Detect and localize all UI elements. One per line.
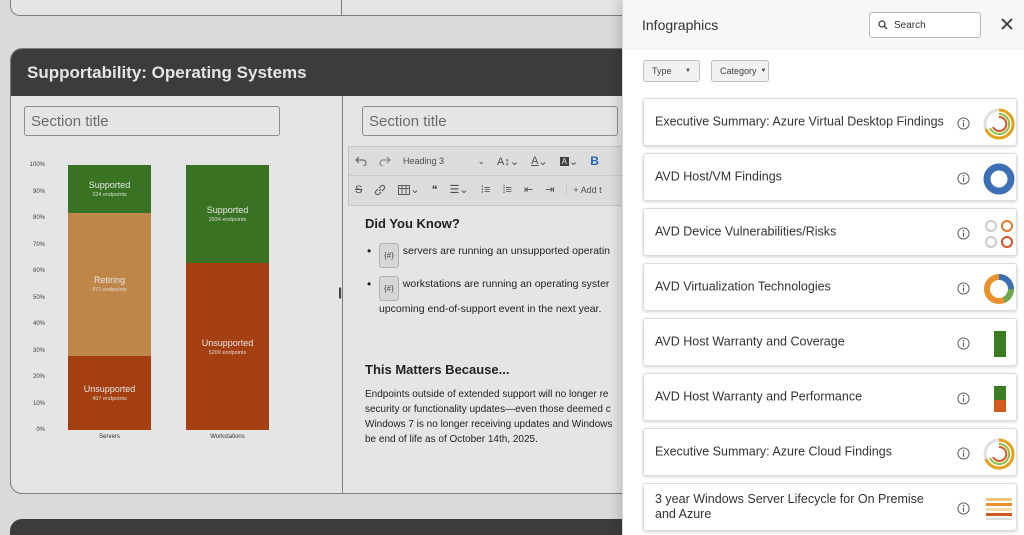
ring-orange-green-thumbnail-icon: [982, 107, 1016, 141]
infographic-card[interactable]: Executive Summary: Azure Cloud Findings: [643, 428, 1017, 476]
infographic-title: AVD Host Warranty and Coverage: [655, 334, 845, 349]
modal-backdrop[interactable]: [0, 0, 623, 535]
table-heatmap-thumbnail-icon: [982, 492, 1016, 526]
caret-down-icon: ▼: [685, 68, 691, 74]
infographic-card[interactable]: AVD Virtualization Technologies: [643, 263, 1017, 311]
infographic-card[interactable]: AVD Host Warranty and Coverage: [643, 318, 1017, 366]
info-icon[interactable]: [957, 227, 970, 240]
infographic-card[interactable]: 3 year Windows Server Lifecycle for On P…: [643, 483, 1017, 531]
infographic-title: Executive Summary: Azure Cloud Findings: [655, 444, 892, 459]
infographic-card[interactable]: Executive Summary: Azure Virtual Desktop…: [643, 98, 1017, 146]
info-icon[interactable]: [957, 502, 970, 515]
infographic-card[interactable]: AVD Device Vulnerabilities/Risks: [643, 208, 1017, 256]
infographic-card[interactable]: AVD Host/VM Findings: [643, 153, 1017, 201]
panel-title: Infographics: [642, 17, 719, 33]
type-filter-label: Type: [652, 66, 672, 76]
category-filter-dropdown[interactable]: Category ▼: [711, 60, 769, 82]
search-field[interactable]: [869, 12, 981, 38]
info-icon[interactable]: [957, 117, 970, 130]
close-icon[interactable]: [999, 16, 1015, 32]
donut-blue-thumbnail-icon: [982, 162, 1016, 196]
ring-orange-green-thumbnail-icon: [982, 437, 1016, 471]
info-icon[interactable]: [957, 172, 970, 185]
panel-body: Type ▼ Category ▼ Executive Summary: Azure…: [623, 50, 1024, 535]
infographic-title: AVD Host Warranty and Performance: [655, 389, 863, 404]
donut-multi-thumbnail-icon: [982, 272, 1016, 306]
info-icon[interactable]: [957, 392, 970, 405]
infographic-title: AVD Device Vulnerabilities/Risks: [655, 224, 837, 239]
search-input[interactable]: [894, 19, 974, 31]
info-icon[interactable]: [957, 447, 970, 460]
infographics-panel: Infographics Type▼ Category▼ Executive S…: [622, 0, 1024, 535]
info-icon[interactable]: [957, 282, 970, 295]
caret-down-icon: ▼: [760, 68, 767, 74]
infographic-card[interactable]: AVD Host Warranty and Performance: [643, 373, 1017, 421]
bar-green-orange-thumbnail-icon: [982, 382, 1016, 416]
infographic-title: AVD Virtualization Technologies: [655, 279, 831, 294]
bar-green-thumbnail-icon: [982, 327, 1016, 361]
type-filter-dropdown[interactable]: Type ▼: [643, 60, 700, 82]
panel-header: Infographics: [623, 0, 1024, 50]
infographic-title: 3 year Windows Server Lifecycle for On P…: [655, 492, 924, 521]
info-icon[interactable]: [957, 337, 970, 350]
search-icon: [878, 20, 888, 30]
mini-gauges-thumbnail-icon: [982, 217, 1016, 251]
infographic-title: AVD Host/VM Findings: [655, 169, 782, 184]
infographic-title: Executive Summary: Azure Virtual Desktop…: [655, 114, 944, 129]
category-filter-label: Category: [720, 66, 757, 76]
